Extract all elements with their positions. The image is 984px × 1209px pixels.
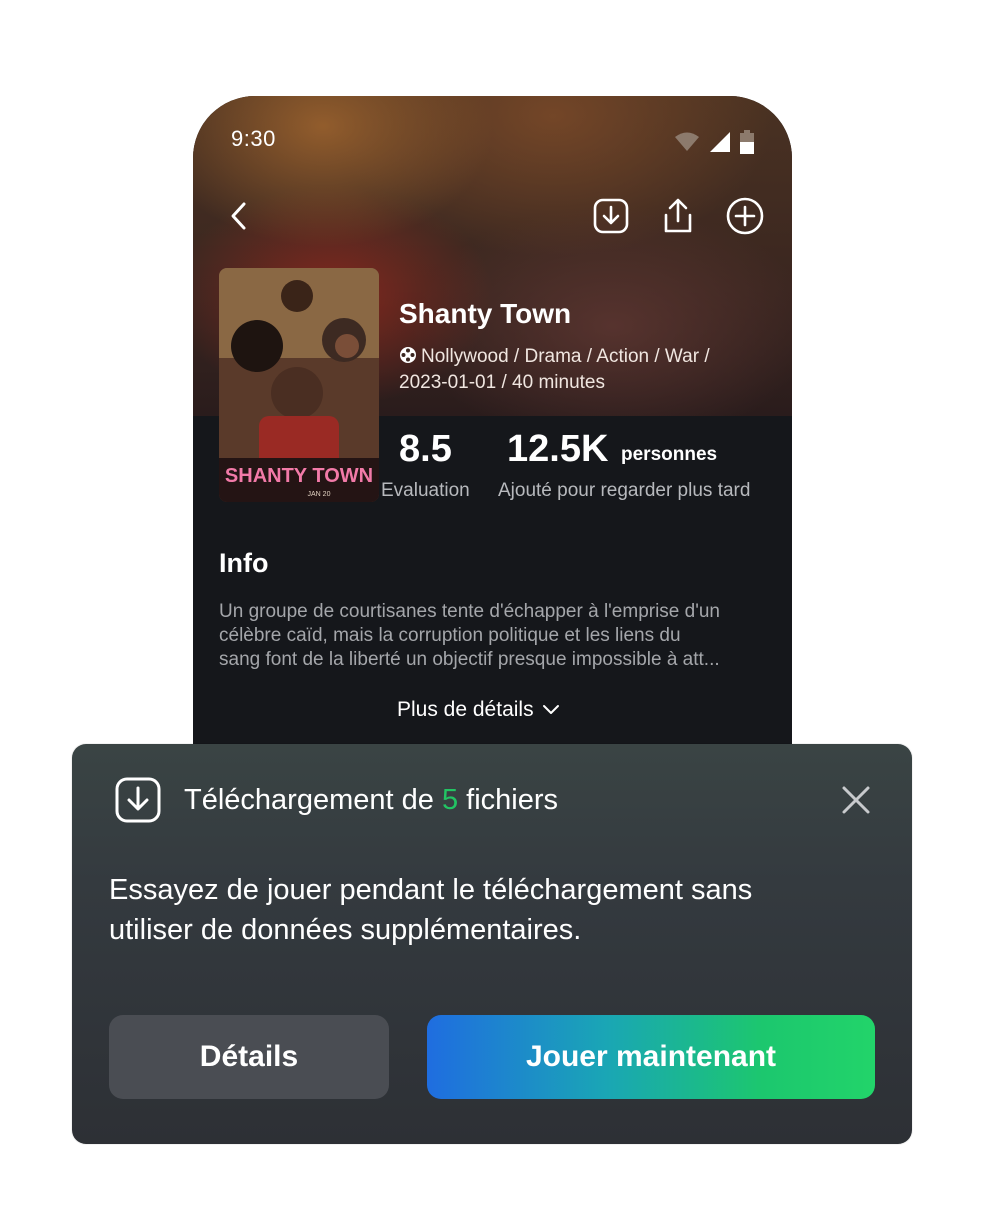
dialog-header: Téléchargement de 5 fichiers	[114, 776, 558, 824]
watchlist-unit: personnes	[621, 444, 718, 465]
synopsis-line: sang font de la liberté un objectif pres…	[219, 649, 720, 670]
more-details-button[interactable]: Plus de détails	[397, 698, 560, 722]
synopsis-line: Un groupe de courtisanes tente d'échappe…	[219, 601, 720, 622]
download-icon	[115, 777, 161, 823]
dialog-message: Essayez de jouer pendant le téléchargeme…	[109, 870, 869, 950]
plus-circle-icon	[726, 197, 764, 235]
info-heading: Info	[219, 548, 269, 578]
download-button[interactable]	[591, 196, 631, 236]
watchlist-count: 12.5K	[507, 428, 609, 470]
dialog-title-prefix: Téléchargement de	[184, 783, 434, 816]
close-icon[interactable]	[840, 784, 872, 816]
movie-meta: Nollywood / Drama / Action / War / 2023-…	[399, 344, 759, 396]
download-icon	[593, 198, 629, 234]
synopsis-line: célèbre caïd, mais la corruption politiq…	[219, 625, 681, 646]
add-to-list-button[interactable]	[725, 196, 765, 236]
more-details-label: Plus de détails	[397, 698, 534, 721]
download-dialog: Téléchargement de 5 fichiers Essayez de …	[72, 744, 912, 1144]
phone-screen: 9:30 SHANTY TOWN JAN 20 Shanty Town Noll…	[193, 96, 792, 822]
genre-line: Nollywood / Drama / Action / War /	[421, 346, 710, 367]
stage: 9:30 SHANTY TOWN JAN 20 Shanty Town Noll…	[0, 0, 984, 1209]
wifi-icon	[675, 132, 699, 151]
back-button[interactable]	[219, 196, 259, 236]
release-duration: 2023-01-01 / 40	[399, 372, 534, 393]
poster-title: SHANTY TOWN	[225, 465, 373, 487]
movie-title: Shanty Town	[399, 298, 572, 329]
rating-value: 8.5	[399, 428, 452, 470]
status-time: 9:30	[231, 126, 276, 151]
watchlist-label: Ajouté pour regarder plus tard	[498, 480, 751, 501]
share-button[interactable]	[658, 196, 698, 236]
share-icon	[664, 198, 692, 233]
signal-icon	[710, 132, 730, 152]
movie-poster[interactable]: SHANTY TOWN JAN 20	[219, 268, 379, 502]
dialog-message-line: Essayez de jouer pendant le téléchargeme…	[109, 874, 753, 906]
play-now-button[interactable]: Jouer maintenant	[427, 1015, 875, 1099]
dialog-title: Téléchargement de 5 fichiers	[184, 784, 558, 817]
chevron-left-icon	[231, 202, 246, 230]
rating-label: Evaluation	[381, 480, 470, 501]
file-count: 5	[441, 783, 459, 816]
status-icons	[674, 130, 754, 154]
poster-date: JAN 20	[308, 491, 331, 498]
details-button[interactable]: Détails	[109, 1015, 389, 1099]
battery-icon	[740, 130, 754, 154]
dialog-title-suffix: fichiers	[466, 783, 558, 816]
chevron-down-icon	[542, 705, 559, 714]
film-reel-icon	[400, 347, 416, 363]
info-synopsis: Un groupe de courtisanes tente d'échappe…	[219, 600, 779, 672]
duration-unit: minutes	[538, 372, 605, 393]
dialog-message-line: utiliser de données supplémentaires.	[109, 914, 582, 946]
poster-artwork: SHANTY TOWN JAN 20	[219, 268, 379, 502]
